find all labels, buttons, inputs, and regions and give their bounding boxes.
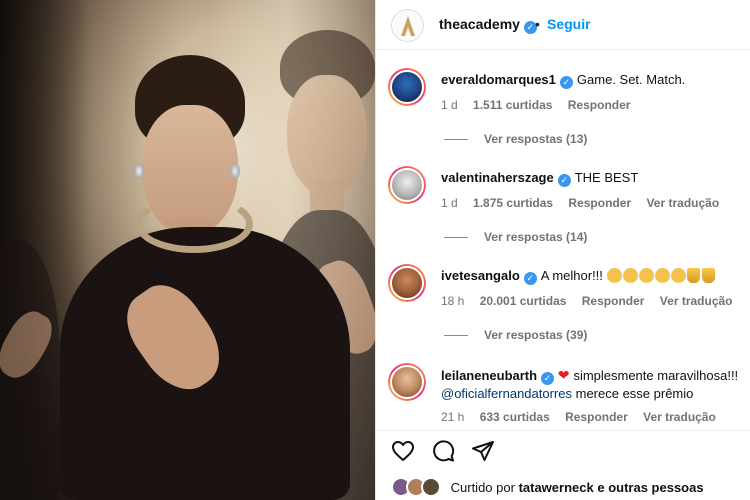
account-name-wrap[interactable]: theacademy ✓ xyxy=(439,16,537,34)
clap-emoji-icon xyxy=(654,268,670,283)
photo-reflection-left xyxy=(0,160,60,500)
reply-button[interactable]: Responder xyxy=(565,410,628,424)
comment-username[interactable]: leilaneneubarth xyxy=(441,368,537,383)
comment-meta: 1 d 1.875 curtidas Responder Ver traduçã… xyxy=(441,196,731,210)
follow-button[interactable]: Seguir xyxy=(547,16,591,32)
liked-by-prefix: Curtido por xyxy=(450,480,515,495)
emoji-group xyxy=(606,268,717,283)
comment-text: Game. Set. Match. xyxy=(576,72,686,87)
liked-by-avatars xyxy=(391,477,443,497)
reply-button[interactable]: Responder xyxy=(568,196,631,210)
verified-icon: ✓ xyxy=(557,174,571,187)
comment-text: THE BEST xyxy=(574,170,639,185)
trophy-emoji-icon xyxy=(701,268,715,283)
view-replies-label: Ver respostas (13) xyxy=(484,132,588,146)
liked-by-user[interactable]: tatawerneck xyxy=(519,480,594,495)
translate-button[interactable]: Ver tradução xyxy=(660,294,733,308)
reply-button[interactable]: Responder xyxy=(568,98,631,112)
reply-button[interactable]: Responder xyxy=(582,294,645,308)
post-photo xyxy=(0,0,375,500)
avatar[interactable] xyxy=(388,264,426,302)
trophy-emoji-icon xyxy=(686,268,700,283)
share-icon[interactable] xyxy=(471,439,495,463)
comment-likes[interactable]: 633 curtidas xyxy=(480,410,550,424)
clap-emoji-icon xyxy=(606,268,622,283)
account-avatar[interactable] xyxy=(391,9,424,42)
comment-username[interactable]: valentinaherszage xyxy=(441,170,554,185)
translate-button[interactable]: Ver tradução xyxy=(646,196,719,210)
clap-emoji-icon xyxy=(638,268,654,283)
translate-button[interactable]: Ver tradução xyxy=(643,410,716,424)
account-name[interactable]: theacademy xyxy=(439,16,520,32)
comment-username[interactable]: everaldomarques1 xyxy=(441,72,556,87)
view-replies-label: Ver respostas (39) xyxy=(484,328,588,342)
header-separator: • xyxy=(535,16,540,32)
comment-time: 21 h xyxy=(441,410,465,424)
post-header: theacademy ✓ • Seguir xyxy=(376,0,750,50)
comment-time: 1 d xyxy=(441,98,458,112)
comment-likes[interactable]: 20.001 curtidas xyxy=(480,294,567,308)
comment-meta: 18 h 20.001 curtidas Responder Ver tradu… xyxy=(441,294,745,308)
avatar[interactable] xyxy=(388,68,426,106)
verified-icon: ✓ xyxy=(523,272,537,285)
post-actions: Curtido por tatawerneck e outras pessoas xyxy=(376,430,750,500)
comment-text: simplesmente maravilhosa!!! xyxy=(573,368,739,383)
comment-meta: 21 h 633 curtidas Responder Ver tradução xyxy=(441,410,728,424)
heart-icon[interactable] xyxy=(391,439,415,463)
comment-time: 1 d xyxy=(441,196,458,210)
comment-meta: 1 d 1.511 curtidas Responder xyxy=(441,98,642,112)
mention-link[interactable]: @oficialfernandatorres xyxy=(441,386,572,401)
view-replies-button[interactable]: Ver respostas (39) xyxy=(444,328,587,342)
comment-username[interactable]: ivetesangalo xyxy=(441,268,520,283)
heart-emoji-icon: ❤ xyxy=(557,367,570,383)
academy-logo-icon xyxy=(400,15,415,36)
liked-by-conj: e xyxy=(597,480,605,495)
comment-time: 18 h xyxy=(441,294,465,308)
avatar[interactable] xyxy=(388,166,426,204)
comment-icon[interactable] xyxy=(431,439,455,463)
liked-by-others[interactable]: outras pessoas xyxy=(608,480,703,495)
view-replies-label: Ver respostas (14) xyxy=(484,230,588,244)
clap-emoji-icon xyxy=(622,268,638,283)
view-replies-button[interactable]: Ver respostas (14) xyxy=(444,230,587,244)
verified-icon: ✓ xyxy=(559,76,573,89)
verified-icon: ✓ xyxy=(541,372,555,385)
comment-likes[interactable]: 1.511 curtidas xyxy=(473,98,552,112)
comment-text-continued: merece esse prêmio xyxy=(575,386,694,401)
clap-emoji-icon xyxy=(670,268,686,283)
comment-likes[interactable]: 1.875 curtidas xyxy=(473,196,553,210)
photo-main-figure xyxy=(60,55,350,500)
comments-panel: theacademy ✓ • Seguir everaldomarques1 ✓ Ga… xyxy=(375,0,750,500)
comment-text: A melhor!!! xyxy=(540,268,603,283)
view-replies-button[interactable]: Ver respostas (13) xyxy=(444,132,587,146)
avatar[interactable] xyxy=(388,363,426,401)
liked-by: Curtido por tatawerneck e outras pessoas xyxy=(391,477,704,497)
